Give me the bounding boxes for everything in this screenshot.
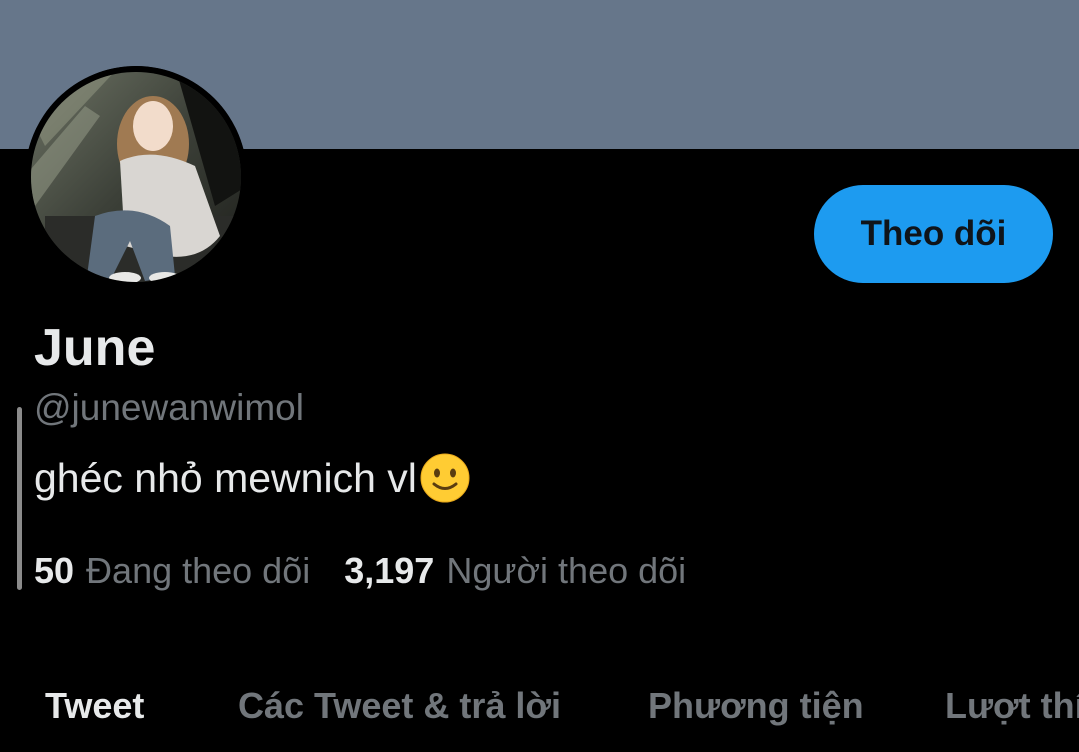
following-count: 50 xyxy=(34,550,75,591)
follow-stats: 50 Đang theo dõi 3,197 Người theo dõi xyxy=(34,549,686,593)
profile-bio: ghéc nhỏ mewnich vl xyxy=(34,452,470,504)
following-link[interactable]: 50 Đang theo dõi xyxy=(34,549,310,593)
tab-likes[interactable]: Lượt thí xyxy=(945,680,1079,732)
bio-text: ghéc nhỏ mewnich vl xyxy=(34,455,417,501)
slightly-smiling-face-icon xyxy=(420,453,470,503)
followers-link[interactable]: 3,197 Người theo dõi xyxy=(344,549,686,593)
profile-avatar[interactable] xyxy=(25,66,247,288)
profile-tabs: Tweet Các Tweet & trả lời Phương tiện Lư… xyxy=(0,680,1079,732)
followers-count: 3,197 xyxy=(344,550,435,591)
tab-media[interactable]: Phương tiện xyxy=(648,680,864,732)
scroll-indicator[interactable] xyxy=(17,407,22,590)
profile-page: Theo dõi June @junewanwimol ghéc nhỏ mew… xyxy=(0,0,1079,752)
tab-tweets[interactable]: Tweet xyxy=(45,680,144,732)
user-handle: @junewanwimol xyxy=(34,387,304,428)
tab-tweets-and-replies[interactable]: Các Tweet & trả lời xyxy=(238,680,561,732)
followers-label: Người theo dõi xyxy=(446,550,687,591)
avatar-photo xyxy=(25,66,247,288)
following-label: Đang theo dõi xyxy=(86,550,311,591)
follow-button[interactable]: Theo dõi xyxy=(814,185,1053,283)
display-name: June xyxy=(34,319,156,377)
